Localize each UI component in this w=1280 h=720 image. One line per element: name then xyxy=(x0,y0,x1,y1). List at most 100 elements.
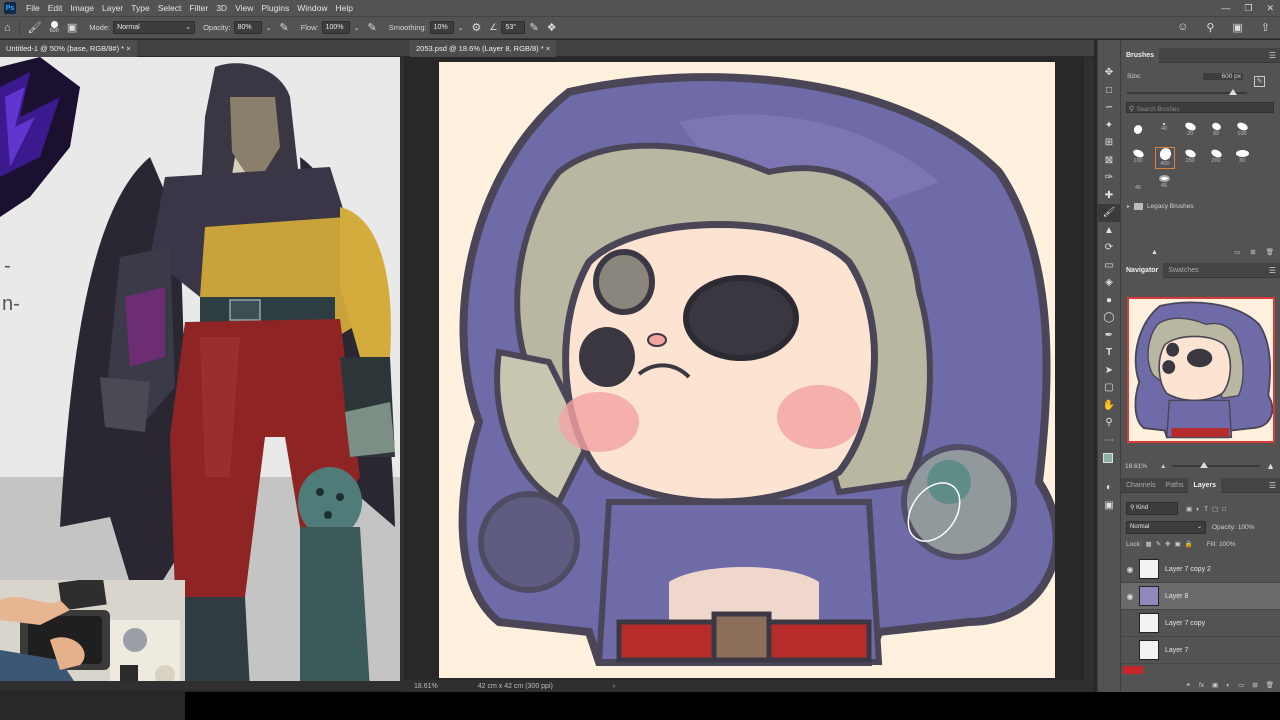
zoom-in-icon[interactable]: ▲ xyxy=(1266,461,1275,471)
chevron-down-icon[interactable]: ⌄ xyxy=(266,24,272,32)
brush-group-legacy[interactable]: ▸ Legacy Brushes xyxy=(1127,203,1194,210)
airbrush-icon[interactable]: ✎ xyxy=(367,21,376,34)
trash-icon[interactable]: 🗑 xyxy=(1266,248,1274,256)
type-tool-icon[interactable]: T xyxy=(1098,344,1120,362)
panel-menu-icon[interactable]: ☰ xyxy=(1269,263,1276,278)
menu-layer[interactable]: Layer xyxy=(98,0,127,16)
brush-preset-3[interactable]: 20 xyxy=(1183,121,1197,137)
tab-swatches[interactable]: Swatches xyxy=(1163,263,1203,278)
gear-icon[interactable]: ⚙ xyxy=(472,21,482,34)
menu-view[interactable]: View xyxy=(231,0,257,16)
slider-thumb[interactable] xyxy=(1199,462,1208,468)
healing-brush-icon[interactable]: ✚ xyxy=(1098,187,1120,205)
menu-3d[interactable]: 3D xyxy=(212,0,231,16)
brush-size-slider[interactable] xyxy=(1127,89,1247,95)
add-mask-icon[interactable]: ▣ xyxy=(1212,681,1218,689)
lock-icons[interactable]: ▦✎✥▣🔒 xyxy=(1146,540,1197,548)
menu-edit[interactable]: Edit xyxy=(44,0,67,16)
menu-select[interactable]: Select xyxy=(154,0,186,16)
chevron-down-icon[interactable]: ⌄ xyxy=(458,24,464,32)
brush-preset-10[interactable]: 30 xyxy=(1235,150,1249,164)
brush-tool-icon[interactable]: 🖌 xyxy=(1098,204,1120,222)
tab-2053-psd[interactable]: 2053.psd @ 18.6% (Layer 8, RGB/8) * × xyxy=(410,40,557,57)
more-tools-icon[interactable]: ⋯ xyxy=(1098,432,1120,450)
close-icon[interactable]: ✕ xyxy=(1266,0,1274,16)
tab-navigator[interactable]: Navigator xyxy=(1121,262,1164,278)
tab-channels[interactable]: Channels xyxy=(1121,478,1161,493)
drawing-canvas[interactable] xyxy=(439,62,1061,678)
frame-tool-icon[interactable]: ⊠ xyxy=(1098,152,1120,170)
share-users-icon[interactable]: ☺ xyxy=(1177,21,1188,34)
workspace-icon[interactable]: ▣ xyxy=(1232,21,1242,34)
menu-file[interactable]: File xyxy=(22,0,44,16)
brush-search-field[interactable]: ⚲ Search Brushes xyxy=(1126,102,1274,113)
brush-preset-selected[interactable]: 400 xyxy=(1155,146,1175,169)
share-icon[interactable]: ⇧ xyxy=(1261,21,1270,34)
layer-row-selected[interactable]: ◉ Layer 8 xyxy=(1121,583,1280,610)
move-tool-icon[interactable]: ✥ xyxy=(1098,64,1120,82)
stamp-tool-icon[interactable]: ▲ xyxy=(1098,222,1120,240)
search-icon[interactable]: ⚲ xyxy=(1206,21,1214,34)
brush-preset-12[interactable]: 45 xyxy=(1157,175,1171,189)
minimize-icon[interactable]: — xyxy=(1221,0,1230,16)
brush-lock-icon[interactable]: ✎ xyxy=(1254,76,1265,87)
foreground-color-swatch[interactable] xyxy=(1103,453,1113,463)
trash-icon[interactable]: 🗑 xyxy=(1266,681,1274,689)
brush-preset-8[interactable]: 150 xyxy=(1183,148,1197,164)
screen-mode-icon[interactable]: ▣ xyxy=(1098,497,1120,515)
restore-icon[interactable]: ❐ xyxy=(1244,0,1252,16)
layer-opacity-value[interactable]: 100% xyxy=(1238,524,1255,531)
shape-tool-icon[interactable]: ▢ xyxy=(1098,379,1120,397)
crop-tool-icon[interactable]: ⊞ xyxy=(1098,134,1120,152)
hand-tool-icon[interactable]: ✋ xyxy=(1098,397,1120,415)
mode-select[interactable]: Normal ⌄ xyxy=(113,21,196,34)
brush-preset-1[interactable] xyxy=(1131,123,1145,139)
pressure-size-icon[interactable]: ✎ xyxy=(529,21,538,34)
home-icon[interactable]: ⌂ xyxy=(4,22,11,34)
quick-mask-icon[interactable]: ◐ xyxy=(1098,479,1120,497)
menu-image[interactable]: Image xyxy=(66,0,98,16)
brush-settings-icon[interactable]: ▣ xyxy=(67,21,77,34)
menu-type[interactable]: Type xyxy=(127,0,153,16)
brush-tool-icon[interactable]: 🖌 xyxy=(28,21,42,34)
panel-menu-icon[interactable]: ☰ xyxy=(1269,48,1276,63)
blur-tool-icon[interactable]: ● xyxy=(1098,292,1120,310)
layer-row[interactable]: Layer 7 copy xyxy=(1121,610,1280,637)
canvas-scrollbar[interactable] xyxy=(1084,57,1094,680)
close-icon[interactable]: × xyxy=(126,44,130,53)
brush-size-input[interactable]: 600 px xyxy=(1203,73,1243,80)
symmetry-icon[interactable]: ❖ xyxy=(547,21,557,34)
zoom-out-icon[interactable]: ▲ xyxy=(1160,463,1166,470)
paint-bucket-icon[interactable]: ◈ xyxy=(1098,274,1120,292)
path-select-icon[interactable]: ➤ xyxy=(1098,362,1120,380)
eyedropper-icon[interactable]: ✑ xyxy=(1098,169,1120,187)
blend-mode-select[interactable]: Normal ⌄ xyxy=(1126,521,1206,534)
lasso-tool-icon[interactable]: ∽ xyxy=(1098,99,1120,117)
angle-input[interactable]: 53° xyxy=(501,21,526,34)
active-document-area[interactable] xyxy=(404,57,1094,680)
eye-icon[interactable]: ◉ xyxy=(1121,565,1139,574)
menu-window[interactable]: Window xyxy=(293,0,331,16)
pen-tool-icon[interactable]: ✒ xyxy=(1098,327,1120,345)
brush-preset-picker[interactable]: 600 xyxy=(50,21,59,34)
fx-icon[interactable]: fx xyxy=(1199,682,1204,689)
tab-brushes[interactable]: Brushes xyxy=(1121,47,1160,63)
menu-plugins[interactable]: Plugins xyxy=(257,0,293,16)
zoom-tool-icon[interactable]: ⚲ xyxy=(1098,414,1120,432)
link-layers-icon[interactable]: ⚭ xyxy=(1186,681,1191,689)
navigator-zoom-value[interactable]: 18.61% xyxy=(1125,463,1160,470)
layer-filter-icons[interactable]: ▣◐T▢□ xyxy=(1186,505,1230,513)
new-group-icon[interactable]: ▭ xyxy=(1238,681,1244,689)
magic-wand-icon[interactable]: ✦ xyxy=(1098,117,1120,135)
eraser-icon[interactable]: ▭ xyxy=(1098,257,1120,275)
tab-untitled-1[interactable]: Untitled-1 @ 50% (base, RGB/8#) * × xyxy=(0,40,137,57)
brush-preset-2[interactable]: 40 xyxy=(1157,122,1171,137)
tab-paths[interactable]: Paths xyxy=(1161,478,1189,493)
brush-preset-6[interactable]: 100 xyxy=(1131,148,1145,164)
brush-preset-5[interactable]: 100 xyxy=(1235,121,1249,137)
adjustment-layer-icon[interactable]: ◐ xyxy=(1226,682,1230,689)
navigator-zoom-slider[interactable] xyxy=(1172,462,1261,468)
close-icon[interactable]: × xyxy=(546,44,550,53)
new-layer-icon[interactable]: ⊞ xyxy=(1252,681,1257,689)
new-brush-icon[interactable]: ⊞ xyxy=(1250,248,1255,256)
